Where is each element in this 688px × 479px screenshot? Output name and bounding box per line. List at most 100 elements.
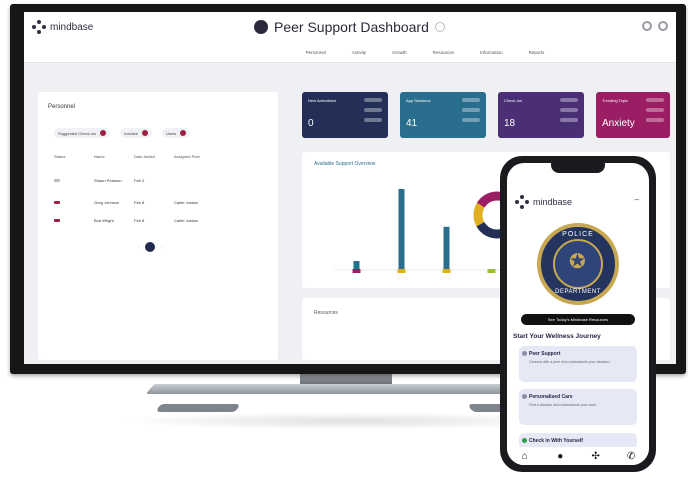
filter-count-badge bbox=[180, 130, 187, 136]
column-header[interactable]: Assigned Peer bbox=[174, 154, 214, 159]
phone-brand-logo: mindbase bbox=[515, 195, 572, 209]
next-page-button[interactable]: › bbox=[161, 245, 162, 250]
card-value: 41 bbox=[406, 118, 418, 129]
column-header[interactable]: Date Added bbox=[134, 154, 174, 159]
star-icon: ✪ bbox=[569, 251, 586, 273]
chart-title: Available Support Overview bbox=[314, 161, 376, 167]
nav-item-personnel[interactable]: Personnel bbox=[156, 50, 326, 55]
menu-icon[interactable]: – bbox=[635, 195, 639, 204]
stat-card-trending-topic[interactable]: Trending Topic Anxiety bbox=[596, 92, 670, 138]
resources-button[interactable]: See Today's Mindbase Resources bbox=[521, 314, 635, 325]
personnel-filters: Suggested Check-ins Inactive Users bbox=[54, 128, 191, 138]
card-action-button[interactable] bbox=[646, 108, 664, 112]
card-label: New Activations bbox=[308, 98, 337, 103]
card-action-button[interactable] bbox=[462, 108, 480, 112]
settings-icon[interactable] bbox=[642, 21, 652, 31]
peer-cell: Caleb Jordan bbox=[174, 200, 198, 205]
nav-item-growth[interactable]: Growth bbox=[392, 50, 407, 55]
current-page-button[interactable] bbox=[145, 242, 156, 252]
badge-top-text: POLICE bbox=[562, 231, 594, 238]
stat-card-new-activations[interactable]: New Activations 0 bbox=[302, 92, 388, 138]
police-badge-logo: POLICE ✪ DEPARTMENT bbox=[537, 223, 619, 305]
filter-count-badge bbox=[141, 130, 148, 136]
filter-count-badge bbox=[100, 130, 107, 136]
column-header[interactable]: Status bbox=[54, 154, 94, 159]
account-icon[interactable] bbox=[658, 21, 668, 31]
name-cell: Shaun Pearson bbox=[94, 178, 122, 183]
status-indicator bbox=[54, 219, 60, 222]
name-cell: Bob Wright bbox=[94, 218, 114, 223]
table-row[interactable]: Bob Wright Feb 8 Caleb Jordan bbox=[54, 218, 214, 223]
mindbase-logo-icon bbox=[32, 20, 46, 34]
badge-inner: ✪ bbox=[553, 239, 603, 289]
column-header[interactable]: Name bbox=[94, 154, 134, 159]
card-action-button[interactable] bbox=[560, 98, 578, 102]
nav-item-activity[interactable]: Activity bbox=[352, 50, 366, 55]
status-indicator bbox=[54, 179, 60, 182]
nav-item-reports[interactable]: Reports bbox=[529, 50, 545, 55]
filter-label: Inactive bbox=[124, 130, 138, 136]
filter-suggested-checkins[interactable]: Suggested Check-ins bbox=[54, 128, 111, 138]
top-bar: mindbase Peer Support Dashboard bbox=[24, 12, 676, 43]
nav-item-resources[interactable]: Resources bbox=[433, 50, 455, 55]
chat-icon[interactable]: ● bbox=[553, 451, 567, 462]
chart-bar[interactable] bbox=[443, 226, 450, 270]
card-action-button[interactable] bbox=[364, 98, 382, 102]
card-action-button[interactable] bbox=[646, 98, 664, 102]
prev-page-button[interactable]: ‹ bbox=[138, 245, 139, 250]
journey-title: Start Your Wellness Journey bbox=[513, 333, 601, 340]
chart-bar[interactable] bbox=[398, 189, 405, 270]
card-value: Anxiety bbox=[602, 118, 635, 129]
status-cell bbox=[54, 178, 94, 183]
brand-logo[interactable]: mindbase bbox=[32, 20, 93, 34]
filter-inactive[interactable]: Inactive bbox=[120, 128, 152, 138]
card-action-button[interactable] bbox=[462, 98, 480, 102]
phone-icon[interactable]: ✆ bbox=[624, 451, 638, 462]
table-row[interactable]: Greg Johnson Feb 8 Caleb Jordan bbox=[54, 200, 214, 205]
card-description: Find a clinician who understands your wo… bbox=[529, 403, 597, 407]
filter-label: Suggested Check-ins bbox=[58, 130, 97, 136]
table-row[interactable]: Shaun Pearson Feb 2 bbox=[54, 178, 214, 183]
peer-support-card[interactable]: Peer Support Connect with a peer who und… bbox=[519, 346, 637, 382]
chart-bar[interactable] bbox=[353, 261, 360, 270]
filter-users[interactable]: Users bbox=[161, 128, 191, 138]
bottom-tab-bar: ⌂ ● ✣ ✆ bbox=[507, 447, 649, 465]
phone-device: mindbase – POLICE ✪ DEPARTMENT See Today… bbox=[500, 156, 656, 472]
badge-bottom-text: DEPARTMENT bbox=[555, 289, 601, 295]
tv-foot-left bbox=[155, 404, 241, 412]
name-cell: Greg Johnson bbox=[94, 200, 120, 205]
personnel-table-header: Status Name Date Added Assigned Peer bbox=[54, 154, 214, 159]
status-cell bbox=[54, 218, 94, 223]
stat-card-app-sessions[interactable]: App Sessions 41 bbox=[400, 92, 486, 138]
dashboard-icon bbox=[254, 20, 268, 34]
status-cell bbox=[54, 200, 94, 205]
brand-name: mindbase bbox=[50, 21, 94, 33]
resources-title: Resources bbox=[314, 310, 338, 316]
card-action-button[interactable] bbox=[560, 108, 578, 112]
card-action-button[interactable] bbox=[560, 118, 578, 122]
mindbase-logo-icon bbox=[515, 195, 529, 209]
info-icon[interactable] bbox=[434, 22, 445, 32]
card-action-button[interactable] bbox=[646, 118, 664, 122]
mindbase-icon[interactable]: ✣ bbox=[589, 451, 603, 462]
check-in-icon bbox=[522, 438, 527, 443]
stat-card-check-ins[interactable]: Check-Ins 18 bbox=[498, 92, 584, 138]
date-cell: Feb 8 bbox=[134, 218, 145, 223]
card-label: App Sessions bbox=[406, 98, 431, 103]
card-value: 0 bbox=[308, 118, 314, 129]
card-action-button[interactable] bbox=[364, 108, 382, 112]
chart-bar-base bbox=[352, 269, 361, 273]
filter-label: Users bbox=[165, 130, 177, 136]
card-action-button[interactable] bbox=[462, 118, 480, 122]
card-title: Peer Support bbox=[529, 351, 561, 357]
care-icon bbox=[522, 394, 527, 399]
main-nav: Personnel Activity Growth Resources Info… bbox=[24, 42, 676, 63]
card-action-button[interactable] bbox=[364, 118, 382, 122]
nav-item-information[interactable]: Information bbox=[480, 50, 503, 55]
personnel-title: Personnel bbox=[48, 104, 76, 110]
home-icon[interactable]: ⌂ bbox=[518, 451, 532, 462]
phone-screen: mindbase – POLICE ✪ DEPARTMENT See Today… bbox=[507, 163, 649, 465]
card-label: Check-Ins bbox=[504, 98, 523, 103]
card-title: Personalised Care bbox=[529, 394, 573, 400]
personalised-care-card[interactable]: Personalised Care Find a clinician who u… bbox=[519, 389, 637, 425]
